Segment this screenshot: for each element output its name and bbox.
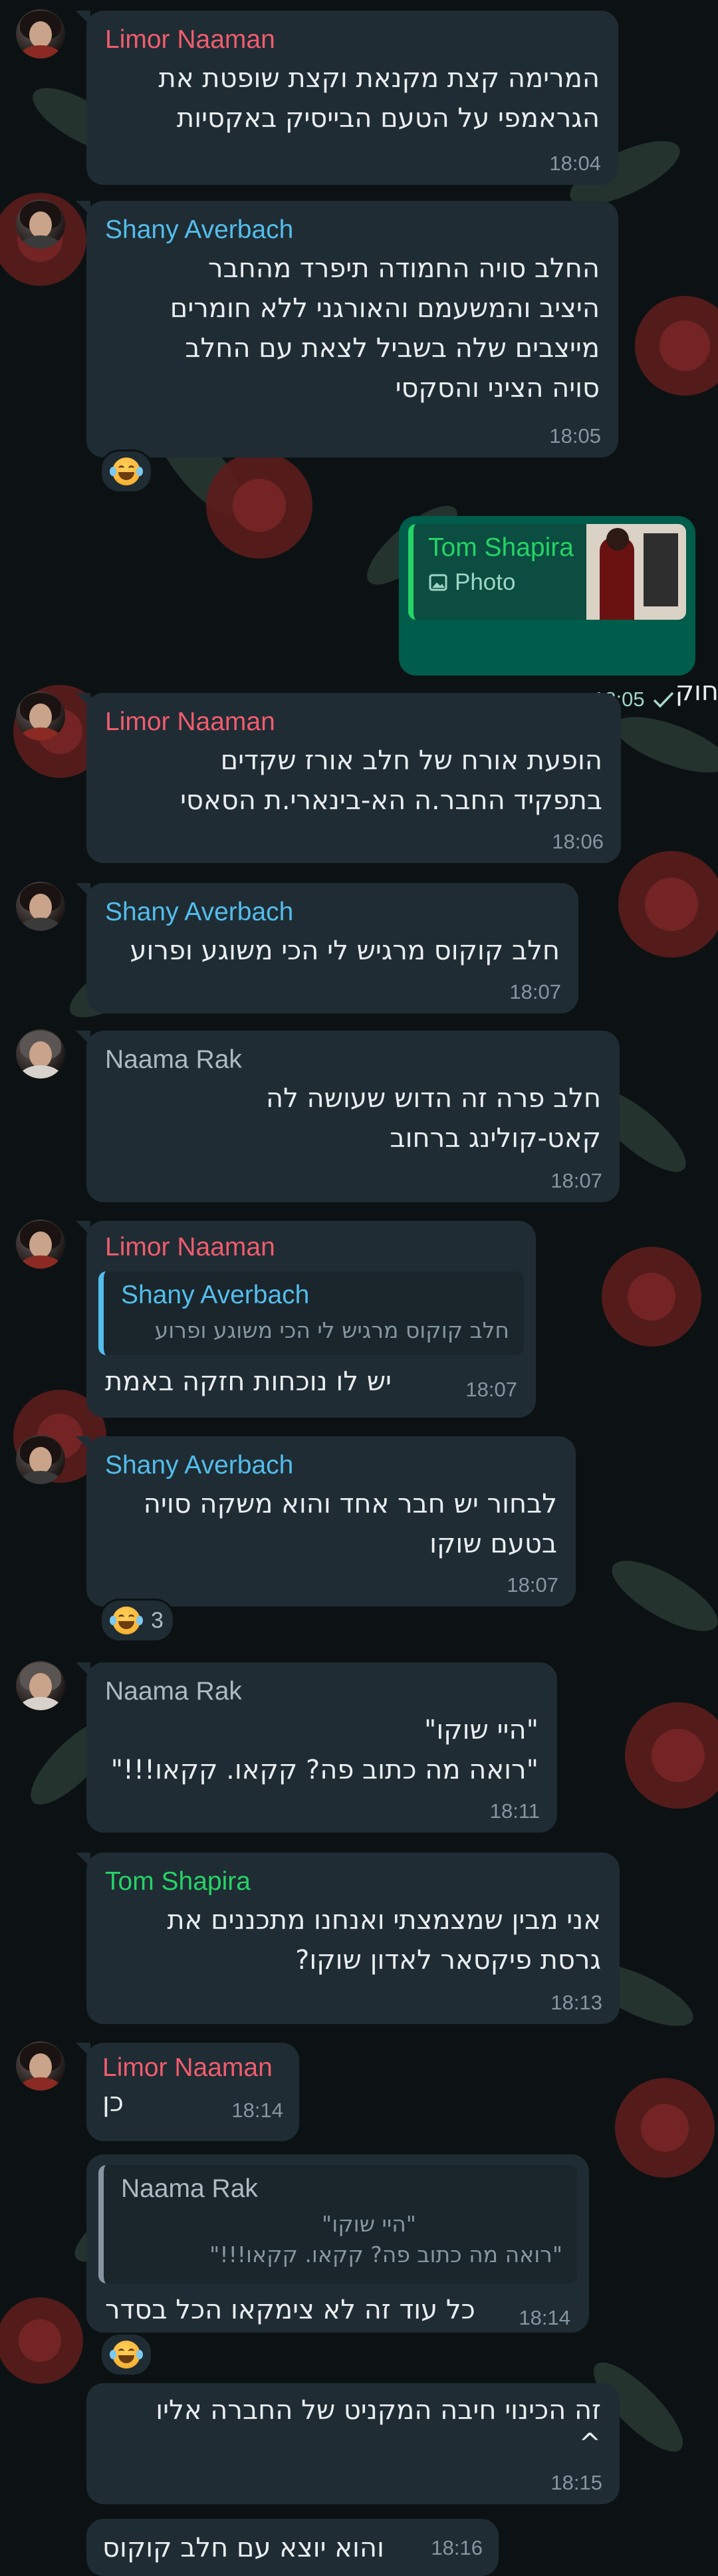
- avatar[interactable]: [16, 882, 65, 931]
- sender-name[interactable]: Limor Naaman: [102, 2053, 283, 2083]
- message-text: לבחור יש חבר אחד והוא משקה סויה בטעם שוקו: [143, 1489, 557, 1559]
- avatar[interactable]: [16, 692, 65, 741]
- message-time: 18:16: [431, 2536, 483, 2559]
- message-text: המרימה קצת מקנאת וקצת שופטת את הגראמפי על…: [158, 63, 600, 134]
- message-bubble[interactable]: Shany Averbach לבחור יש חבר אחד והוא משק…: [76, 1436, 576, 1607]
- message-time: 18:14: [519, 2306, 570, 2329]
- avatar[interactable]: [16, 1220, 65, 1269]
- message-bubble[interactable]: Naama Rak חלב פרה זה הדוש שעושה לה קאט-קו…: [76, 1031, 620, 1202]
- message-time: 18:06: [552, 830, 604, 853]
- tears-of-joy-icon: [110, 456, 143, 487]
- quoted-message[interactable]: Shany Averbach חלב קוקוס מרגיש לי הכי מש…: [98, 1271, 524, 1355]
- reaction-badge[interactable]: [100, 450, 153, 493]
- quote-text: "היי שוקו" "רואה מה כתוב פה? קקאו. קקאו!…: [209, 2211, 562, 2267]
- avatar[interactable]: [16, 199, 65, 249]
- quote-text: חלב קוקוס מרגיש לי הכי משוגע ופרוע: [154, 1317, 509, 1343]
- message-bubble[interactable]: זה הכינוי חיבה המקניט של החברה אליו ^ 18:…: [86, 2383, 620, 2504]
- message-bubble[interactable]: Shany Averbach חלב קוקוס מרגיש לי הכי מש…: [76, 883, 578, 1013]
- quote-type-label: Photo: [455, 569, 516, 595]
- message-time: 18:15: [550, 2471, 602, 2494]
- sender-name[interactable]: Shany Averbach: [105, 898, 560, 927]
- message-time: 18:07: [507, 1573, 558, 1597]
- chat-message-list[interactable]: Limor Naaman המרימה קצת מקנאת וקצת שופטת…: [0, 0, 718, 2576]
- message-bubble[interactable]: והוא יוצא עם חלב קוקוס 18:16: [86, 2519, 499, 2576]
- message-time: 18:07: [550, 1169, 602, 1192]
- quote-sender: Naama Rak: [121, 2174, 258, 2203]
- tears-of-joy-icon: [110, 2339, 143, 2370]
- quote-sender: Shany Averbach: [121, 1281, 310, 1309]
- sender-name[interactable]: Shany Averbach: [105, 215, 600, 245]
- message-text: והוא יוצא עם חלב קוקוס: [102, 2533, 384, 2563]
- message-time: 18:11: [489, 1799, 540, 1823]
- tears-of-joy-icon: [110, 1605, 143, 1636]
- reaction-count: 3: [151, 1607, 164, 1633]
- message-bubble[interactable]: Shany Averbach החלב סויה החמודה תיפרד מה…: [76, 201, 618, 457]
- read-check-icon: [653, 692, 673, 708]
- message-time: 18:07: [509, 980, 561, 1003]
- reaction-badge[interactable]: 3: [100, 1599, 175, 1642]
- image-icon: [429, 574, 447, 591]
- quoted-photo[interactable]: Tom Shapira Photo: [408, 524, 686, 620]
- message-text: הופעת אורח של חלב אורז שקדים בתפקיד החבר.…: [180, 745, 602, 816]
- message-bubble[interactable]: Limor Naaman כן 18:14: [76, 2043, 299, 2141]
- message-text: זה הכינוי חיבה המקניט של החברה אליו ^: [156, 2395, 601, 2459]
- avatar[interactable]: [16, 1435, 65, 1484]
- message-bubble-outgoing[interactable]: Tom Shapira Photo 18:05 רק לסחוק: [399, 516, 718, 711]
- avatar[interactable]: [16, 1029, 65, 1079]
- sender-name[interactable]: Limor Naaman: [105, 25, 600, 55]
- message-bubble[interactable]: Naama Rak "היי שוקו" "רואה מה כתוב פה? קק…: [76, 1662, 557, 1833]
- sender-name[interactable]: Limor Naaman: [105, 708, 602, 737]
- message-text: כן: [102, 2087, 124, 2118]
- quoted-message[interactable]: Naama Rak "היי שוקו" "רואה מה כתוב פה? ק…: [98, 2165, 577, 2283]
- message-text: חלב פרה זה הדוש שעושה לה קאט-קולינג ברחוב: [265, 1083, 601, 1154]
- message-text: חלב קוקוס מרגיש לי הכי משוגע ופרוע: [130, 936, 560, 966]
- message-time: 18:07: [465, 1378, 517, 1401]
- message-bubble[interactable]: Limor Naaman המרימה קצת מקנאת וקצת שופטת…: [76, 11, 618, 185]
- message-text: כל עוד זה לא צימקאו הכל בסדר: [105, 2295, 475, 2325]
- message-text: אני מבין שמצמצתי ואנחנו מתכננים את גרסת פ…: [167, 1905, 601, 1976]
- message-text: רק לסחוק: [675, 636, 718, 707]
- reaction-badge[interactable]: [100, 2333, 153, 2377]
- message-time: 18:14: [231, 2099, 283, 2122]
- message-text: יש לו נוכחות חזקה באמת: [105, 1366, 392, 1397]
- quote-photo-thumbnail: [586, 524, 686, 620]
- sender-name[interactable]: Naama Rak: [105, 1045, 601, 1075]
- message-text: "היי שוקו" "רואה מה כתוב פה? קקאו. קקאו!!…: [110, 1715, 538, 1785]
- message-bubble[interactable]: Limor Naaman Shany Averbach חלב קוקוס מר…: [76, 1221, 536, 1418]
- message-text: החלב סויה החמודה תיפרד מהחבר היציב והמשעמ…: [170, 253, 600, 404]
- message-bubble[interactable]: Tom Shapira אני מבין שמצמצתי ואנחנו מתכנ…: [76, 1853, 620, 2024]
- avatar[interactable]: [16, 1661, 65, 1710]
- message-bubble[interactable]: Limor Naaman הופעת אורח של חלב אורז שקדי…: [76, 693, 621, 863]
- avatar[interactable]: [16, 2041, 65, 2091]
- message-bubble[interactable]: Naama Rak "היי שוקו" "רואה מה כתוב פה? ק…: [86, 2154, 589, 2333]
- sender-name[interactable]: Naama Rak: [105, 1677, 538, 1706]
- avatar[interactable]: [16, 9, 65, 59]
- message-time: 18:04: [549, 152, 601, 175]
- sender-name[interactable]: Shany Averbach: [105, 1451, 557, 1480]
- message-time: 18:13: [550, 1991, 602, 2014]
- sender-name[interactable]: Tom Shapira: [105, 1867, 601, 1896]
- message-time: 18:05: [549, 424, 601, 448]
- sender-name[interactable]: Limor Naaman: [98, 1233, 524, 1262]
